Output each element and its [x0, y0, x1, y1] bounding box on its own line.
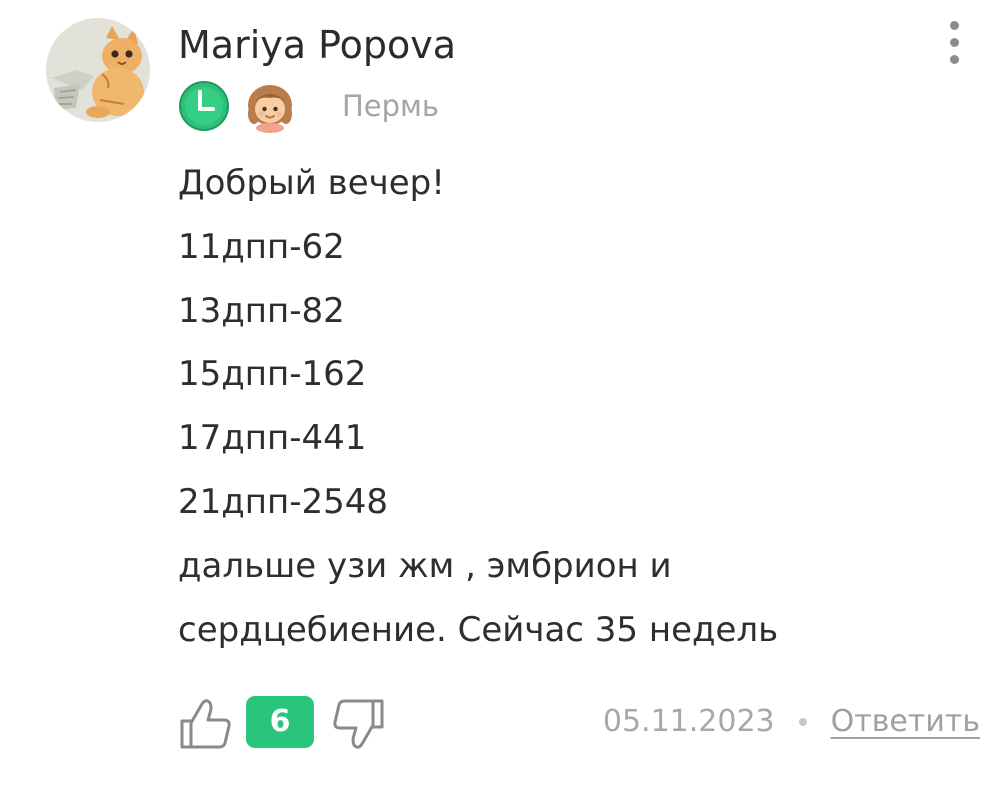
cat-avatar-icon [46, 18, 150, 122]
more-options-button[interactable] [932, 10, 976, 74]
comment-line: 21дпп-2548 [178, 481, 389, 522]
comment-line: сердцебиение. Сейчас 35 недель [178, 609, 779, 650]
comment-body: Добрый вечер! 11дпп-62 13дпп-82 15дпп-16… [178, 152, 978, 662]
likes-count-badge: 6 [246, 696, 314, 748]
comment-line: Добрый вечер! [178, 163, 445, 203]
comment-meta: 05.11.2023 Ответить [603, 700, 980, 744]
thumbs-up-icon[interactable] [178, 696, 234, 752]
thumbs-down-icon[interactable] [330, 696, 386, 752]
comment-line: 17дпп-441 [178, 418, 367, 459]
comment-card: Mariya Popova Пермь Добрый вечер! 11дпп-… [0, 0, 1000, 785]
separator-dot [798, 718, 807, 726]
more-options-icon [949, 20, 959, 30]
reply-link[interactable]: Ответить [831, 700, 980, 744]
clock-badge-icon[interactable] [176, 78, 232, 134]
comment-footer: 6 05.11.2023 Ответить [178, 690, 980, 754]
girl-badge-icon[interactable] [242, 78, 298, 134]
comment-line: дальше узи жм , эмбрион и [178, 545, 672, 586]
comment-line: 11дпп-62 [178, 226, 345, 267]
comment-date: 05.11.2023 [602, 704, 775, 739]
comment-line: 13дпп-82 [178, 290, 345, 331]
author-badges: Пермь [176, 76, 439, 136]
comment-line: 15дпп-162 [178, 354, 367, 395]
avatar[interactable] [46, 18, 150, 122]
author-city: Пермь [342, 89, 440, 123]
author-name[interactable]: Mariya Popova [178, 20, 456, 70]
